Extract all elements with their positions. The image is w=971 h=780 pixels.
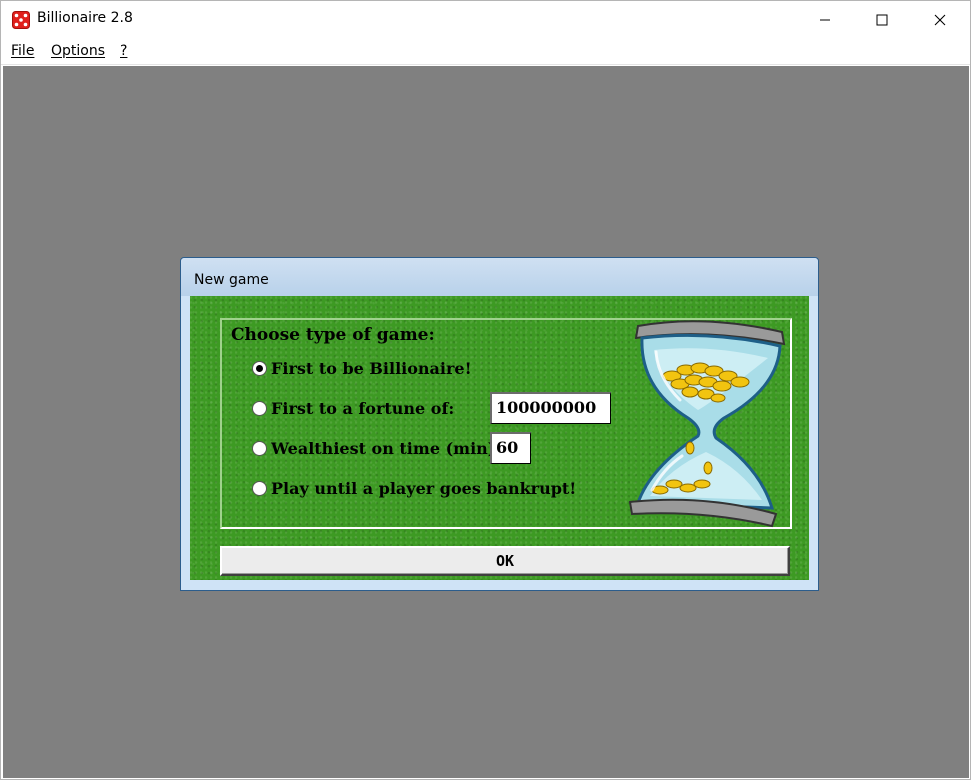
option-bankrupt-label: Play until a player goes bankrupt! bbox=[271, 478, 577, 498]
option-billionaire[interactable]: First to be Billionaire! bbox=[252, 357, 472, 379]
minimize-button[interactable] bbox=[796, 1, 854, 39]
option-bankrupt[interactable]: Play until a player goes bankrupt! bbox=[252, 477, 576, 499]
hourglass-with-coins-icon bbox=[628, 320, 786, 528]
menu-help[interactable]: ? bbox=[120, 43, 127, 59]
ok-button[interactable]: OK bbox=[220, 546, 790, 576]
group-label: Choose type of game: bbox=[231, 325, 435, 345]
menu-bar: File Options ? bbox=[1, 39, 970, 65]
title-bar[interactable]: Billionaire 2.8 bbox=[1, 1, 970, 39]
window-title: Billionaire 2.8 bbox=[37, 10, 133, 26]
new-game-dialog: New game Choose type of game: First to b… bbox=[180, 257, 819, 591]
dialog-title-bar[interactable]: New game bbox=[181, 258, 818, 296]
option-billionaire-label: First to be Billionaire! bbox=[271, 358, 472, 378]
option-time[interactable]: Wealthiest on time (min): bbox=[252, 437, 501, 459]
dialog-title: New game bbox=[194, 272, 269, 288]
app-window: Billionaire 2.8 File Options ? New game … bbox=[0, 0, 971, 780]
close-icon bbox=[934, 14, 946, 26]
dialog-body: Choose type of game: First to be Billion… bbox=[190, 296, 809, 580]
red-dice-icon bbox=[12, 11, 30, 29]
maximize-button[interactable] bbox=[853, 1, 911, 39]
close-button[interactable] bbox=[911, 1, 969, 39]
menu-options[interactable]: Options bbox=[51, 43, 105, 59]
option-time-label: Wealthiest on time (min): bbox=[271, 438, 502, 458]
radio-fortune[interactable] bbox=[252, 400, 267, 416]
radio-bankrupt[interactable] bbox=[252, 480, 267, 496]
radio-billionaire[interactable] bbox=[252, 360, 267, 376]
game-type-group: Choose type of game: First to be Billion… bbox=[220, 318, 792, 529]
minimize-icon bbox=[820, 19, 830, 21]
radio-time[interactable] bbox=[252, 440, 267, 456]
time-minutes-input[interactable]: 60 bbox=[490, 432, 531, 464]
menu-file[interactable]: File bbox=[11, 43, 34, 59]
fortune-amount-input[interactable]: 100000000 bbox=[490, 392, 611, 424]
option-fortune-label: First to a fortune of: bbox=[271, 398, 455, 418]
option-fortune[interactable]: First to a fortune of: bbox=[252, 397, 454, 419]
maximize-icon bbox=[876, 14, 888, 26]
